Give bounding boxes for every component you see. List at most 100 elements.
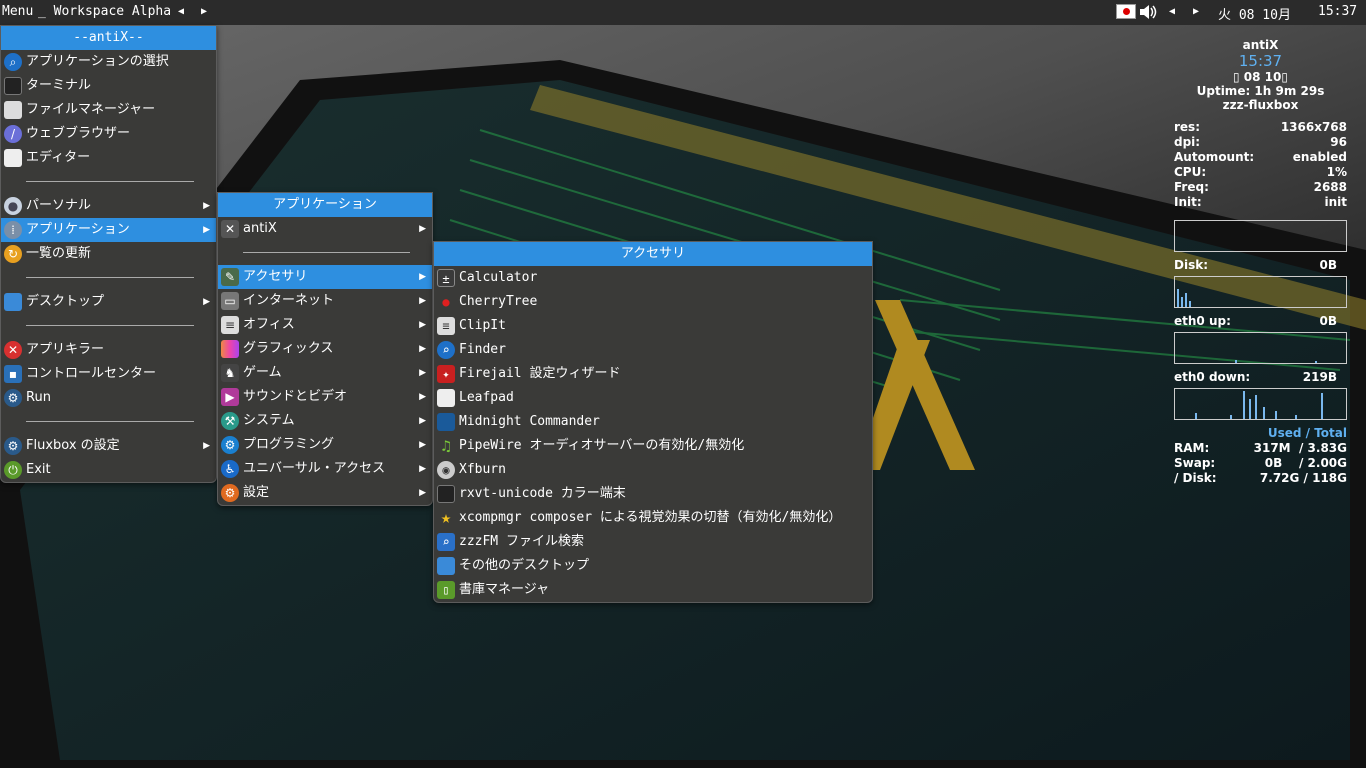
submenu-arrow-icon: ▶ xyxy=(419,344,426,354)
games-icon: ♞ xyxy=(221,364,239,382)
submenu-item-multimedia[interactable]: ▶ サウンドとビデオ ▶ xyxy=(218,385,432,409)
conky-freq-row: Freq: 2688 xyxy=(1174,180,1347,194)
midnight-commander-icon xyxy=(437,413,455,431)
menu-item-editor[interactable]: エディター xyxy=(1,146,216,170)
submenu-arrow-icon: ▶ xyxy=(419,368,426,378)
app-xcompmgr-toggle[interactable]: ★ xcompmgr composer による視覚効果の切替（有効化/無効化） xyxy=(434,506,872,530)
system-icon: ⚒ xyxy=(221,412,239,430)
accessories-icon: ✎ xyxy=(221,268,239,286)
disk-graph xyxy=(1174,276,1347,308)
user-icon: ● xyxy=(4,197,22,215)
submenu-item-antix[interactable]: ✕ antiX ▶ xyxy=(218,217,432,241)
workspace-name[interactable]: _ Workspace Alpha xyxy=(38,4,171,19)
accessories-submenu-title: アクセサリ xyxy=(434,242,872,266)
menu-item-app-select[interactable]: ⌕ アプリケーションの選択 xyxy=(1,50,216,74)
run-icon: ⚙ xyxy=(4,389,22,407)
conky-root-disk-row: / Disk: 7.72G / 118G xyxy=(1174,471,1347,485)
submenu-item-internet[interactable]: ▭ インターネット ▶ xyxy=(218,289,432,313)
submenu-item-system[interactable]: ⚒ システム ▶ xyxy=(218,409,432,433)
menu-item-refresh[interactable]: ↻ 一覧の更新 xyxy=(1,242,216,266)
submenu-arrow-icon: ▶ xyxy=(419,296,426,306)
conky-session: zzz-fluxbox xyxy=(1222,98,1299,112)
clock-date[interactable]: 火 08 10月 xyxy=(1218,4,1291,23)
star-icon: ★ xyxy=(440,508,452,528)
menu-item-exit[interactable]: ⏻ Exit xyxy=(1,458,216,482)
volume-icon[interactable] xyxy=(1138,3,1158,25)
submenu-arrow-icon: ▶ xyxy=(419,320,426,330)
app-cherrytree[interactable]: ● CherryTree xyxy=(434,290,872,314)
japan-flag-icon[interactable] xyxy=(1116,4,1136,19)
app-calculator[interactable]: ± Calculator xyxy=(434,266,872,290)
menu-item-run[interactable]: ⚙ Run xyxy=(1,386,216,410)
tray-next-icon[interactable]: ▶ xyxy=(1193,6,1199,17)
prev-workspace-icon[interactable]: ◀ xyxy=(178,6,184,17)
desktop-icon xyxy=(437,557,455,575)
conky-down-row: eth0 down: 219B xyxy=(1174,370,1337,384)
menu-item-app-killer[interactable]: ✕ アプリキラー xyxy=(1,338,216,362)
conky-swap-row: Swap: 0B / 2.00G xyxy=(1174,456,1347,470)
app-firejail-wizard[interactable]: ✦ Firejail 設定ウィザード xyxy=(434,362,872,386)
conky-up-row: eth0 up: 0B xyxy=(1174,314,1337,328)
app-pipewire-toggle[interactable]: ♫ PipeWire オーディオサーバーの有効化/無効化 xyxy=(434,434,872,458)
applications-submenu-title: アプリケーション xyxy=(218,193,432,217)
submenu-item-graphics[interactable]: グラフィックス ▶ xyxy=(218,337,432,361)
multimedia-icon: ▶ xyxy=(221,388,239,406)
root-menu-title: --antiX-- xyxy=(1,26,216,50)
submenu-arrow-icon: ▶ xyxy=(419,488,426,498)
app-leafpad[interactable]: Leafpad xyxy=(434,386,872,410)
submenu-arrow-icon: ▶ xyxy=(419,440,426,450)
menu-item-web-browser[interactable]: / ウェブブラウザー xyxy=(1,122,216,146)
calculator-icon: ± xyxy=(437,269,455,287)
app-midnight-commander[interactable]: Midnight Commander xyxy=(434,410,872,434)
conky-cpu-row: CPU: 1% xyxy=(1174,165,1347,179)
programming-icon: ⚙ xyxy=(221,436,239,454)
download-graph xyxy=(1174,388,1347,420)
control-center-icon: ▪ xyxy=(4,365,22,383)
clock-time[interactable]: 15:37 xyxy=(1318,4,1357,19)
menu-item-terminal[interactable]: ターミナル xyxy=(1,74,216,98)
menu-separator xyxy=(1,170,216,194)
submenu-item-games[interactable]: ♞ ゲーム ▶ xyxy=(218,361,432,385)
next-workspace-icon[interactable]: ▶ xyxy=(201,6,207,17)
menu-item-file-manager[interactable]: ファイルマネージャー xyxy=(1,98,216,122)
accessibility-icon: ♿ xyxy=(221,460,239,478)
search-icon: ⌕ xyxy=(4,53,22,71)
conky-system-monitor: antiX 15:37 ▯ 08 10▯ Uptime: 1h 9m 29s z… xyxy=(1174,38,1347,486)
app-other-desktops[interactable]: その他のデスクトップ xyxy=(434,554,872,578)
file-search-icon: ⌕ xyxy=(437,533,455,551)
fluxbox-settings-icon: ⚙ xyxy=(4,437,22,455)
menu-item-applications[interactable]: ⁞ アプリケーション ▶ xyxy=(1,218,216,242)
submenu-arrow-icon: ▶ xyxy=(203,297,210,307)
cpu-graph xyxy=(1174,220,1347,252)
app-finder[interactable]: ⌕ Finder xyxy=(434,338,872,362)
refresh-icon: ↻ xyxy=(4,245,22,263)
submenu-arrow-icon: ▶ xyxy=(419,224,426,234)
menu-item-fluxbox-settings[interactable]: ⚙ Fluxbox の設定 ▶ xyxy=(1,434,216,458)
menu-separator xyxy=(1,314,216,338)
submenu-item-accessories[interactable]: ✎ アクセサリ ▶ xyxy=(218,265,432,289)
app-xfburn[interactable]: ◉ Xfburn xyxy=(434,458,872,482)
menu-item-control-center[interactable]: ▪ コントロールセンター xyxy=(1,362,216,386)
menu-item-desktop[interactable]: デスクトップ ▶ xyxy=(1,290,216,314)
submenu-arrow-icon: ▶ xyxy=(203,225,210,235)
menu-item-personal[interactable]: ● パーソナル ▶ xyxy=(1,194,216,218)
antix-icon: ✕ xyxy=(221,220,239,238)
app-rxvt-unicode[interactable]: rxvt-unicode カラー端末 xyxy=(434,482,872,506)
submenu-item-settings[interactable]: ⚙ 設定 ▶ xyxy=(218,481,432,505)
applications-submenu: アプリケーション ✕ antiX ▶ ✎ アクセサリ ▶ ▭ インターネット ▶ ≡ オフィス… xyxy=(217,192,433,506)
menu-button[interactable]: Menu xyxy=(2,4,33,19)
conky-automount-row: Automount: enabled xyxy=(1174,150,1347,164)
root-menu: --antiX-- ⌕ アプリケーションの選択 ターミナル ファイルマネージャー … xyxy=(0,25,217,483)
finder-icon: ⌕ xyxy=(437,341,455,359)
submenu-item-office[interactable]: ≡ オフィス ▶ xyxy=(218,313,432,337)
accessories-submenu: アクセサリ ± Calculator ● CherryTree ≡ ClipIt ⌕ F… xyxy=(433,241,873,603)
tray-prev-icon[interactable]: ◀ xyxy=(1169,6,1175,17)
editor-icon xyxy=(4,149,22,167)
app-clipit[interactable]: ≡ ClipIt xyxy=(434,314,872,338)
exit-icon: ⏻ xyxy=(4,461,22,479)
app-archive-manager[interactable]: ▯ 書庫マネージャ xyxy=(434,578,872,602)
submenu-item-accessibility[interactable]: ♿ ユニバーサル・アクセス ▶ xyxy=(218,457,432,481)
app-zzzfm-search[interactable]: ⌕ zzzFM ファイル検索 xyxy=(434,530,872,554)
submenu-item-programming[interactable]: ⚙ プログラミング ▶ xyxy=(218,433,432,457)
submenu-arrow-icon: ▶ xyxy=(203,441,210,451)
